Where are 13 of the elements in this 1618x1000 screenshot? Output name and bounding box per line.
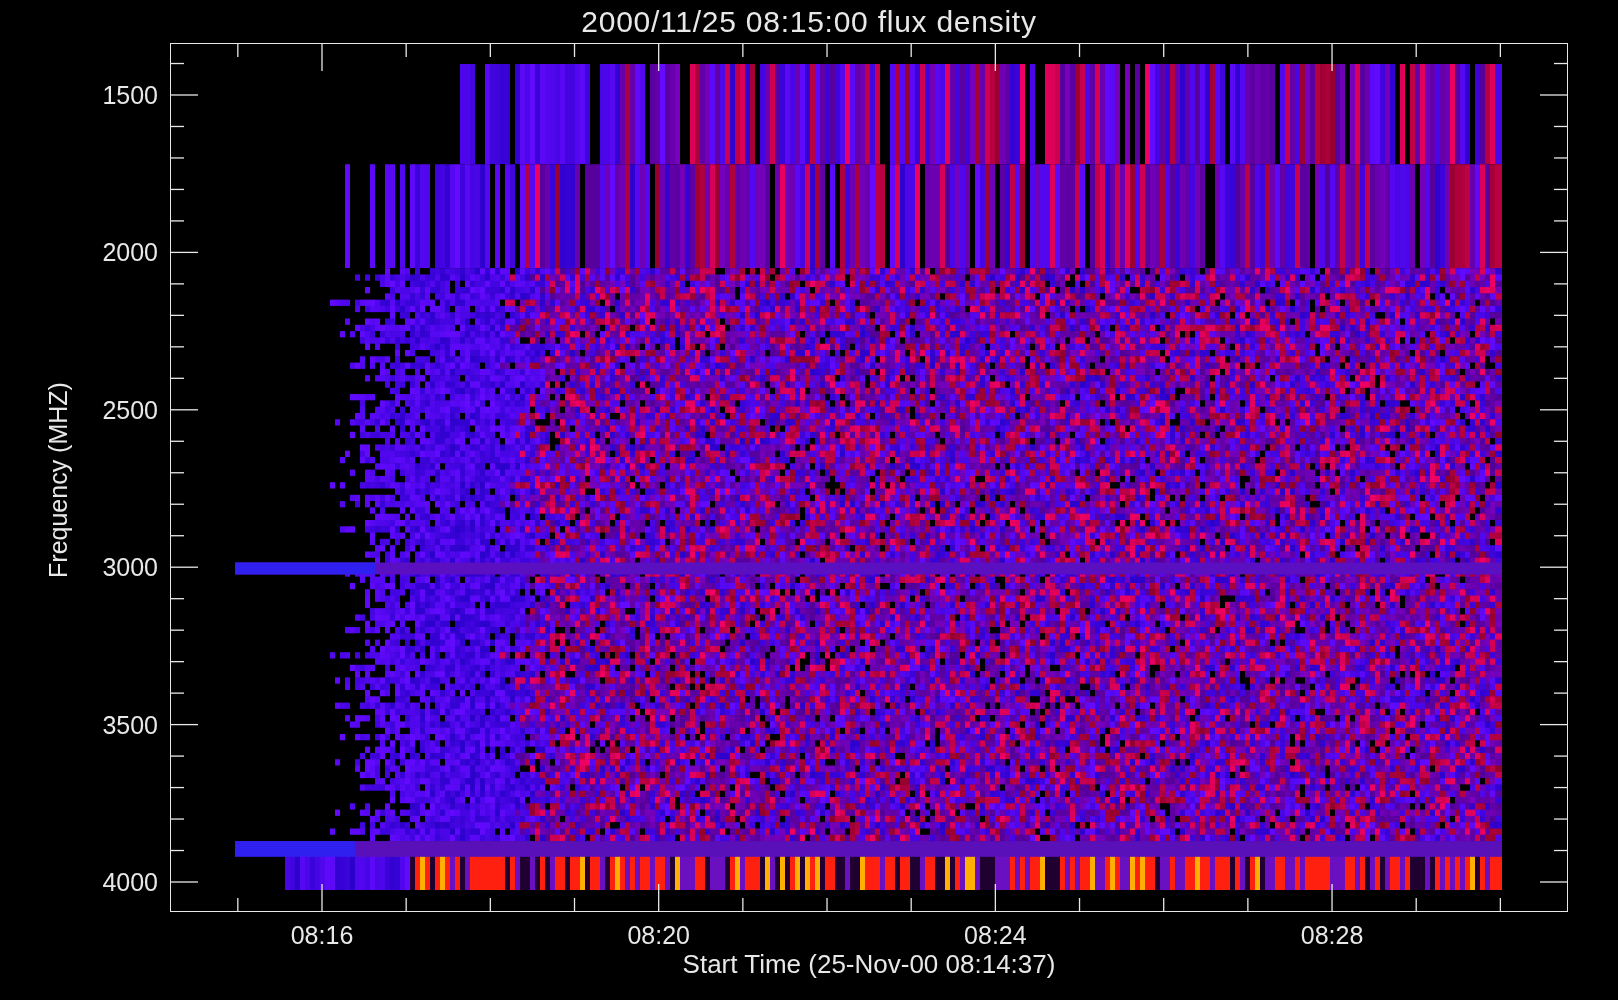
y-tick-label: 4000 <box>101 867 158 897</box>
x-axis-label: Start Time (25-Nov-00 08:14:37) <box>682 948 1056 980</box>
y-tick-label: 1500 <box>101 80 158 110</box>
x-tick-label: 08:20 <box>626 920 691 950</box>
x-tick-label: 08:28 <box>1299 920 1365 950</box>
chart-title: 2000/11/25 08:15:00 flux density <box>581 4 1037 40</box>
y-tick-label: 3000 <box>101 552 158 583</box>
y-tick-label: 2000 <box>101 237 158 268</box>
y-tick-label: 2500 <box>101 394 158 425</box>
y-tick-label: 3500 <box>101 709 158 740</box>
y-axis-label: Frequency (MHZ) <box>43 382 73 578</box>
x-tick-label: 08:16 <box>289 920 355 950</box>
x-tick-label: 08:24 <box>963 920 1028 950</box>
